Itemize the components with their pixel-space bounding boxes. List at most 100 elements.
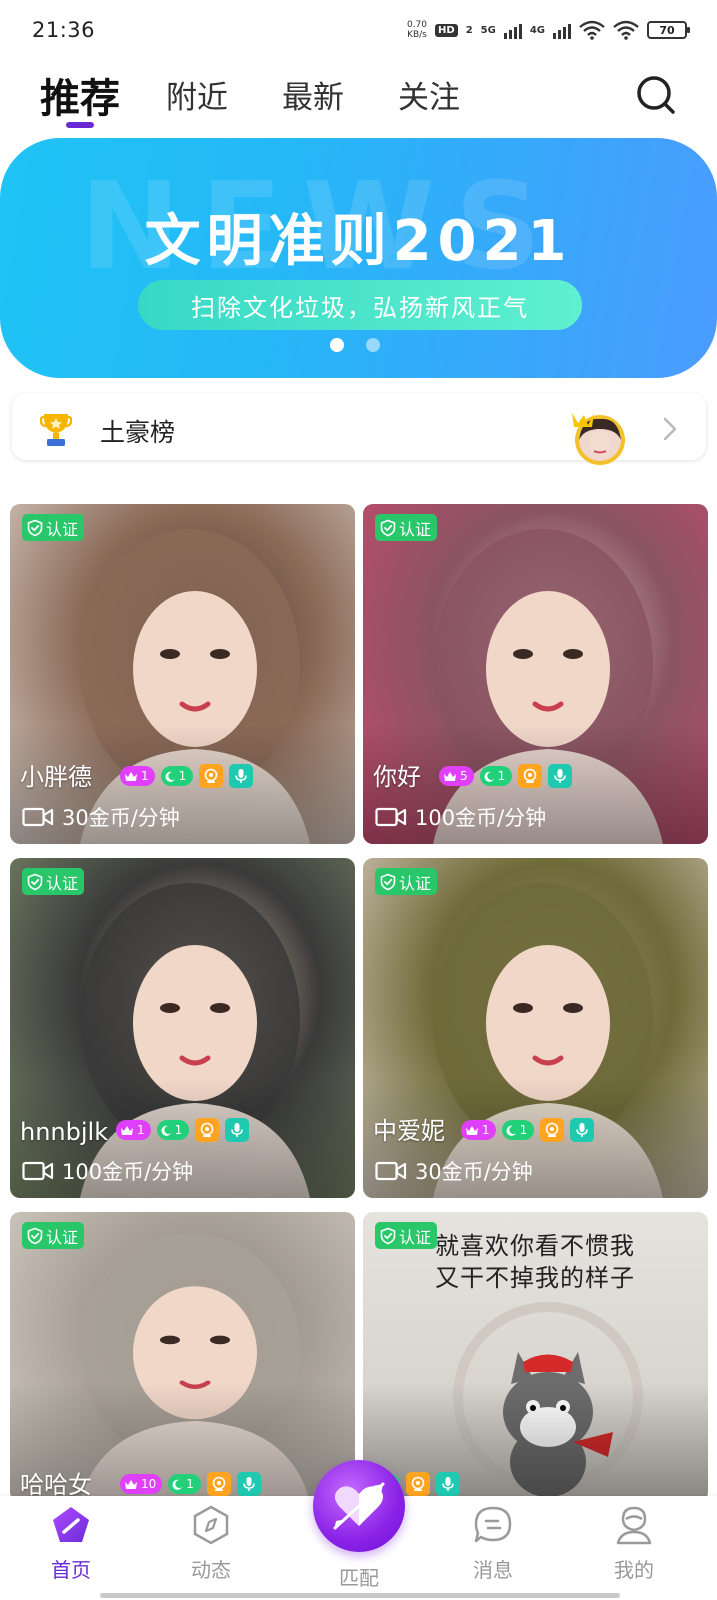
activity-level-value: 1 <box>178 769 187 783</box>
card-badges: 11 <box>116 1118 250 1142</box>
vip-level-value: 5 <box>460 769 468 783</box>
nav-profile[interactable]: 我的 <box>589 1504 679 1583</box>
verified-label: 认证 <box>46 873 79 893</box>
activity-level-badge: 1 <box>160 766 194 786</box>
activity-level-badge: 1 <box>156 1120 190 1140</box>
top-user-avatar <box>572 413 625 465</box>
banner-dot[interactable] <box>366 338 380 352</box>
card-price: 100金币/分钟 <box>22 1156 193 1186</box>
activity-level-badge: 1 <box>479 766 513 786</box>
active-tab-indicator <box>66 122 94 128</box>
vip-level-value: 1 <box>482 1123 490 1137</box>
card-price: 30金币/分钟 <box>375 1156 533 1186</box>
activity-level-value: 1 <box>186 1477 194 1491</box>
vip-level-value: 1 <box>137 1123 145 1137</box>
nav-feed[interactable]: 动态 <box>166 1504 256 1583</box>
banner-dot-active[interactable] <box>330 338 344 352</box>
vip-level-badge: 1 <box>120 766 155 786</box>
hd-icon: HD <box>435 23 458 37</box>
signal-icon-2 <box>553 21 571 39</box>
streamer-card[interactable]: 认证 hnnbjlk 1 1 100金币/分钟 <box>10 858 355 1198</box>
nav-home-label: 首页 <box>51 1558 91 1582</box>
activity-level-value: 1 <box>497 769 506 783</box>
video-camera-icon <box>375 1161 407 1181</box>
card-badges: 10 1 <box>120 1472 261 1496</box>
activity-level-badge: 1 <box>168 1474 201 1494</box>
card-price-label: 100金币/分钟 <box>62 1160 194 1184</box>
nav-home[interactable]: 首页 <box>26 1504 116 1583</box>
verified-badge: 认证 <box>375 1222 438 1249</box>
video-camera-icon <box>22 1161 54 1181</box>
banner-page-dots <box>330 338 380 352</box>
chevron-right-icon <box>663 417 677 441</box>
card-badges: 51 <box>439 764 573 788</box>
video-call-icon <box>518 764 543 788</box>
verified-label: 认证 <box>399 873 432 893</box>
banner-title: 文明准则2021 <box>144 209 573 274</box>
verified-label: 认证 <box>399 1227 432 1247</box>
vip-level-value: 1 <box>141 769 149 783</box>
streamer-card[interactable]: 认证 你好 5 1 100金币/分钟 <box>363 504 708 844</box>
network-speed: 0.70 KB/s <box>406 20 428 40</box>
vip-level-badge: 10 <box>120 1474 163 1494</box>
streamer-card[interactable]: 就喜欢你看不惯我又干不掉我的样子认证11 <box>363 1212 708 1502</box>
wifi-icon-2 <box>613 20 639 40</box>
nav-feed-label: 动态 <box>191 1558 231 1582</box>
trophy-icon <box>40 414 72 446</box>
voice-call-icon <box>570 1118 595 1142</box>
top-tabs: 推荐 附近 最新 关注 <box>0 62 717 132</box>
tab-recommend[interactable]: 推荐 <box>40 66 120 124</box>
shield-check-icon <box>380 1227 396 1244</box>
profile-icon <box>616 1506 652 1545</box>
shield-check-icon <box>27 519 43 536</box>
activity-level-value: 1 <box>519 1123 528 1137</box>
video-camera-icon <box>375 807 407 827</box>
voice-call-icon <box>236 1472 261 1496</box>
card-username: hnnbjlk <box>20 1118 109 1146</box>
tab-latest[interactable]: 最新 <box>282 72 344 117</box>
streamer-card[interactable]: 认证 哈哈女 10 1 <box>10 1212 355 1502</box>
banner-carousel[interactable]: NEWS 文明准则2021 扫除文化垃圾，弘扬新风正气 <box>0 138 717 378</box>
tab-nearby[interactable]: 附近 <box>166 72 228 117</box>
search-icon[interactable] <box>635 74 677 116</box>
message-icon <box>474 1506 512 1543</box>
card-badges: 11 <box>120 764 254 788</box>
activity-level-badge: 1 <box>501 1120 535 1140</box>
voice-call-icon <box>436 1472 461 1496</box>
card-price-label: 100金币/分钟 <box>415 806 547 830</box>
shield-check-icon <box>380 873 396 890</box>
vip-level-value: 10 <box>141 1477 157 1491</box>
battery-icon: 70 <box>647 21 690 39</box>
nav-messages[interactable]: 消息 <box>448 1504 538 1583</box>
card-username: 你好 <box>373 763 421 791</box>
home-icon <box>53 1507 89 1542</box>
card-price: 30金币/分钟 <box>22 802 180 832</box>
banner-subtitle: 扫除文化垃圾，弘扬新风正气 <box>138 280 582 330</box>
shield-check-icon <box>27 873 43 890</box>
status-bar: 21:36 0.70 KB/s HD 2 5G 4G 70 <box>0 0 717 60</box>
tab-following[interactable]: 关注 <box>398 72 460 117</box>
streamer-card[interactable]: 认证 小胖德 1 1 30金币/分钟 <box>10 504 355 844</box>
system-gesture-bar[interactable] <box>100 1593 620 1598</box>
verified-badge: 认证 <box>375 868 438 895</box>
video-call-icon <box>195 1118 220 1142</box>
card-username: 小胖德 <box>20 763 92 791</box>
video-camera-icon <box>22 807 54 827</box>
voice-call-icon <box>548 764 573 788</box>
rich-leaderboard-entry[interactable]: 土豪榜 <box>12 393 706 465</box>
nav-match-label: 匹配 <box>339 1566 379 1590</box>
card-price-label: 30金币/分钟 <box>62 806 180 830</box>
poster-text-2: 又干不掉我的样子 <box>435 1264 635 1292</box>
streamer-card[interactable]: 认证中爱妮 1 1 30金币/分钟 <box>363 858 708 1198</box>
match-button[interactable] <box>313 1460 405 1552</box>
hd-sub-label: 2 <box>465 24 473 36</box>
verified-badge: 认证 <box>22 868 85 895</box>
card-username: 中爱妮 <box>373 1117 445 1145</box>
poster-text-1: 就喜欢你看不惯我 <box>435 1232 635 1260</box>
activity-level-value: 1 <box>174 1123 183 1137</box>
heart-arrow-icon <box>333 1482 385 1530</box>
card-username: 哈哈女 <box>20 1471 92 1499</box>
vip-level-badge: 1 <box>461 1120 496 1140</box>
network-5g-label: 5G <box>480 24 496 36</box>
card-price: 100金币/分钟 <box>375 802 546 832</box>
